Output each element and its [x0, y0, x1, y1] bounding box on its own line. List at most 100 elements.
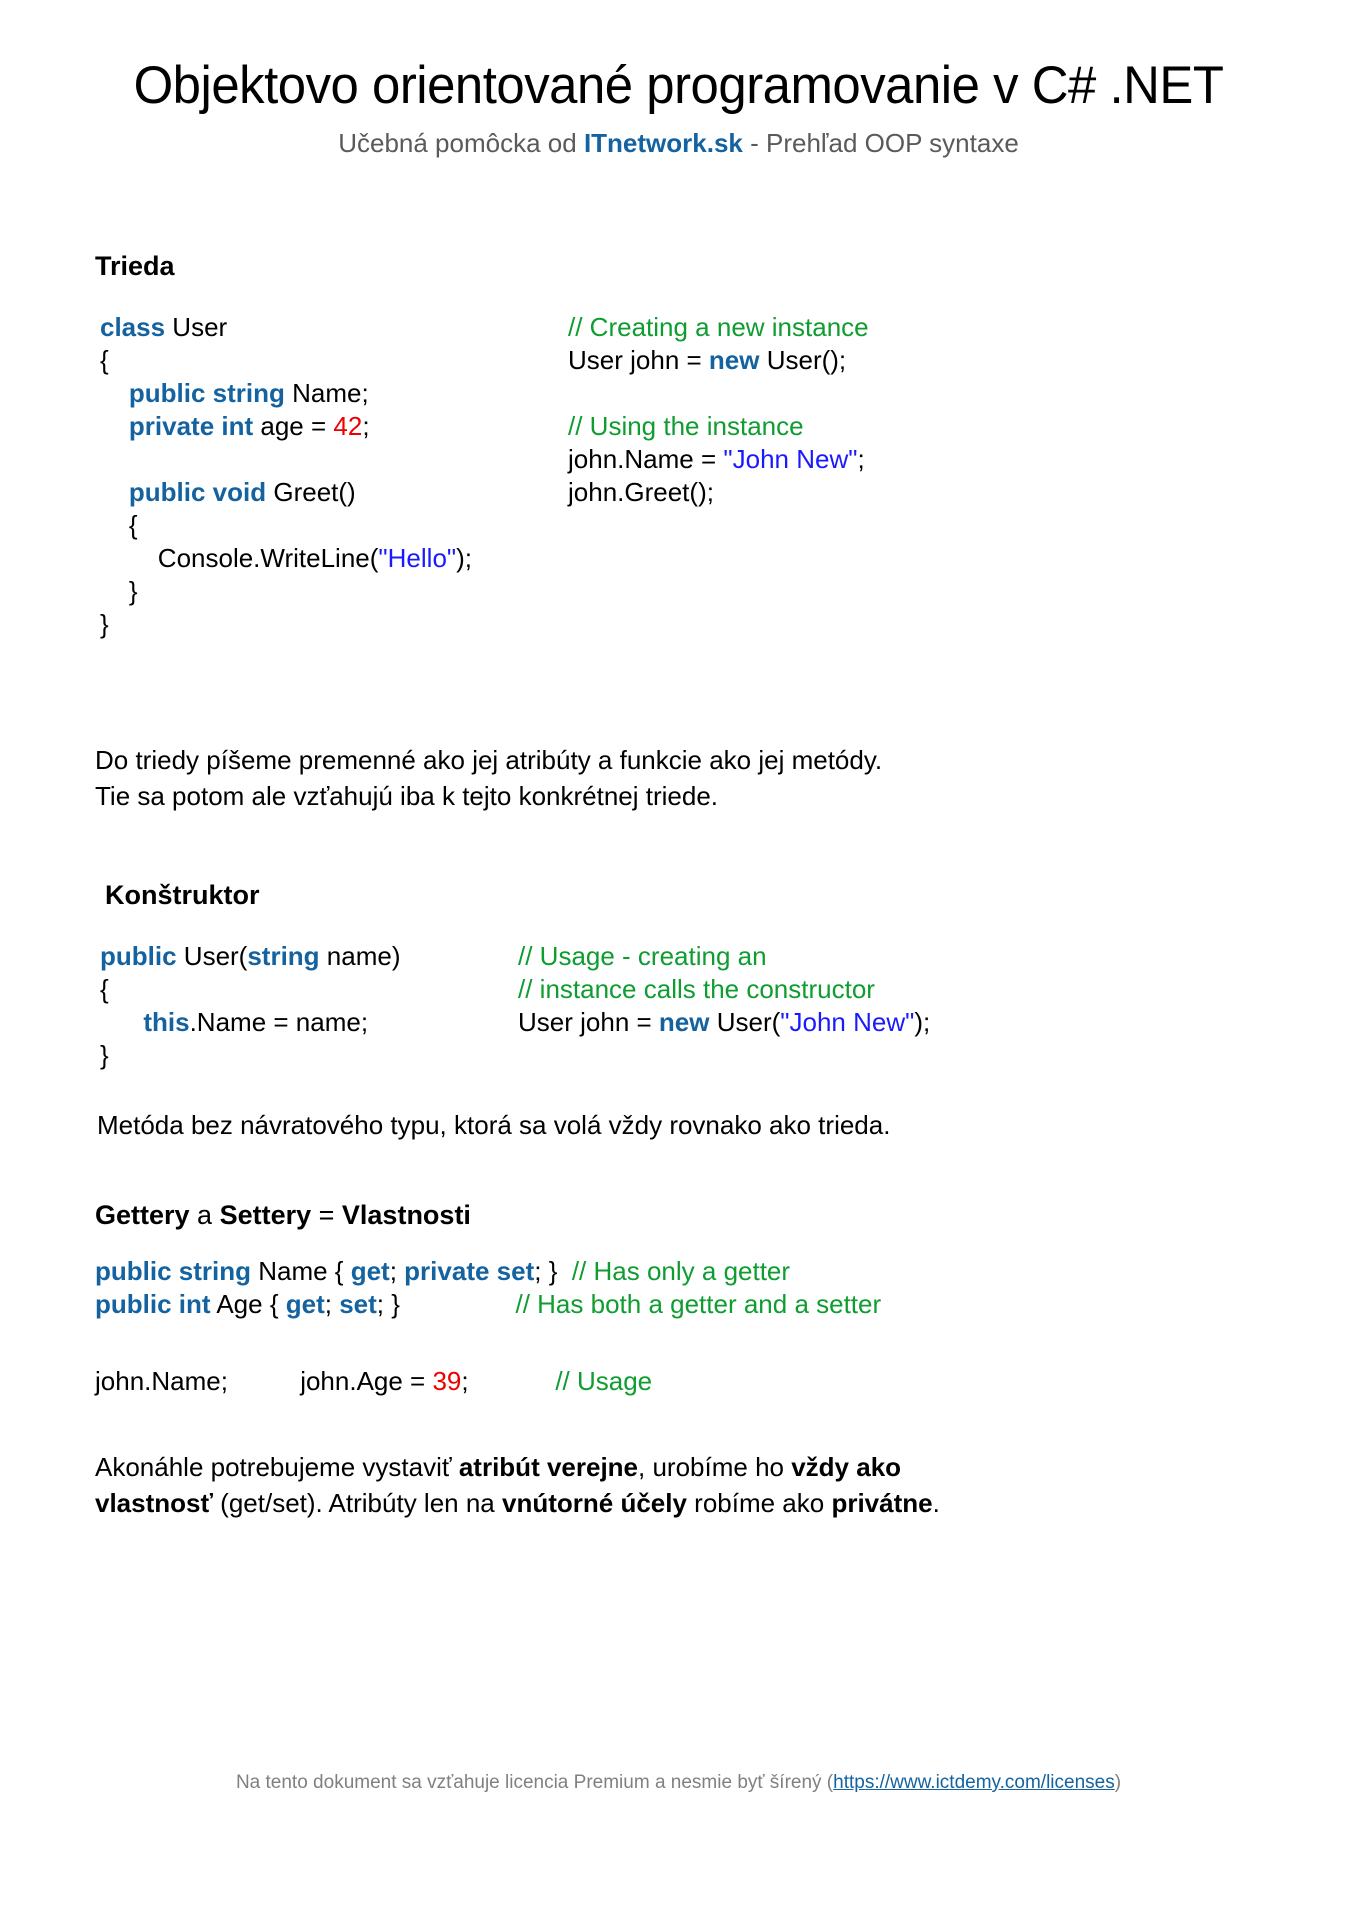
code-token: john.Name; john.Age =	[95, 1366, 433, 1396]
code-line: {	[100, 509, 472, 542]
code-token: );	[914, 1007, 931, 1038]
code-token: // Has both a getter and a setter	[515, 1289, 882, 1320]
code-token: age =	[253, 411, 334, 442]
subtitle-tail: Prehľad OOP syntaxe	[765, 127, 1019, 158]
code-line: public void Greet()	[100, 476, 472, 509]
prose-line: vlastnosť (get/set). Atribúty len na vnú…	[95, 1486, 1155, 1522]
code-line	[100, 443, 472, 476]
code-token: .Name = name;	[189, 1007, 369, 1038]
code-token: private int	[100, 411, 254, 442]
code-block-trieda: class User { public string Name; private …	[100, 311, 472, 641]
code-token: // Creating a new instance	[568, 312, 869, 342]
code-token: public string	[95, 1256, 251, 1286]
code-token: name)	[319, 941, 401, 971]
prose-text: , urobíme ho	[638, 1452, 792, 1482]
prose-line: Akonáhle potrebujeme vystaviť atribút ve…	[95, 1450, 1155, 1486]
code-token: ;	[857, 444, 865, 475]
code-token: get	[350, 1256, 390, 1286]
code-token: // Using the instance	[568, 411, 804, 442]
code-token: set	[339, 1289, 377, 1320]
code-token: john.Greet();	[568, 477, 714, 508]
code-token: // Has only a getter	[571, 1256, 791, 1286]
code-token: public void	[100, 477, 267, 508]
code-token: 39	[432, 1366, 462, 1396]
paragraph-konstruktor: Metóda bez návratového typu, ktorá sa vo…	[97, 1108, 890, 1144]
footer-license: Na tento dokument sa vzťahuje licencia P…	[0, 1772, 1357, 1794]
prose-emphasis: atribút verejne	[458, 1452, 639, 1482]
code-token: public int	[95, 1289, 211, 1320]
code-line: Console.WriteLine("Hello");	[100, 542, 472, 575]
section-heading-vlastnosti: Gettery a Settery = Vlastnosti	[95, 1200, 471, 1231]
heading-vlastnosti: Vlastnosti	[341, 1200, 471, 1230]
section-heading-trieda: Trieda	[95, 251, 175, 281]
code-token: ;	[389, 1256, 405, 1286]
code-line: john.Name = "John New";	[568, 443, 869, 476]
code-line: private int age = 42;	[100, 410, 472, 443]
code-token: string	[247, 941, 320, 971]
code-token: class	[100, 312, 166, 342]
footer-text-prefix: Na tento dokument sa vzťahuje licencia P…	[235, 1772, 834, 1793]
prose-text: Akonáhle potrebujeme vystaviť	[95, 1452, 459, 1482]
code-line: User john = new User();	[568, 344, 869, 377]
code-token: ;	[324, 1289, 340, 1320]
section-heading-konstruktor: Konštruktor	[105, 880, 260, 910]
code-line: User john = new User("John New");	[518, 1006, 930, 1039]
code-token: public string	[100, 378, 285, 409]
code-token: {	[100, 345, 109, 376]
heading-gettery: Gettery	[95, 1200, 190, 1230]
code-block-konstruktor-usage: // Usage - creating an// instance calls …	[518, 940, 930, 1039]
code-line: }	[100, 608, 472, 641]
paragraph-vlastnosti: Akonáhle potrebujeme vystaviť atribút ve…	[95, 1450, 1155, 1522]
code-token: new	[708, 345, 760, 376]
code-block-vlastnosti-usage: john.Name; john.Age = 39; // Usage	[95, 1365, 652, 1398]
page-subtitle: Učebná pomôcka od ITnetwork.sk - Prehľad…	[0, 128, 1357, 159]
code-token: User(	[709, 1007, 781, 1038]
code-token: User	[165, 312, 228, 342]
code-token: {	[100, 510, 138, 541]
code-token: ;	[362, 411, 370, 442]
document-header: Objektovo orientované programovanie v C#…	[0, 0, 1357, 159]
paragraph-trieda: Do triedy píšeme premenné ako jej atribú…	[95, 743, 882, 815]
code-line: // instance calls the constructor	[518, 973, 930, 1006]
code-token: 42	[333, 411, 363, 442]
page-title: Objektovo orientované programovanie v C#…	[133, 56, 1224, 115]
code-token: john.Name =	[568, 444, 724, 475]
code-token: }	[100, 609, 109, 640]
code-token: User john =	[568, 345, 709, 376]
code-line: }	[100, 1039, 401, 1072]
code-token: User();	[759, 345, 847, 376]
code-line: public string Name;	[100, 377, 472, 410]
code-token: "John New"	[723, 444, 858, 475]
code-line: public string Name { get; private set; }…	[95, 1255, 881, 1288]
footer-text-suffix: )	[1114, 1772, 1122, 1793]
prose-line: Metóda bez návratového typu, ktorá sa vo…	[97, 1110, 891, 1140]
brand-name: ITnetwork.sk	[583, 127, 743, 158]
code-token: );	[456, 543, 473, 574]
code-token: }	[100, 1040, 109, 1071]
code-token: ; }	[376, 1289, 516, 1320]
code-token: Age {	[210, 1289, 286, 1320]
code-token: // instance calls the constructor	[518, 974, 875, 1005]
prose-text: robíme ako	[686, 1487, 832, 1518]
heading-conj: a	[189, 1200, 220, 1230]
code-token: private set	[404, 1256, 535, 1286]
prose-emphasis: vnútorné účely	[502, 1487, 687, 1518]
code-line: // Usage - creating an	[518, 940, 930, 973]
code-token: ;	[461, 1366, 556, 1396]
code-line: {	[100, 973, 401, 1006]
code-token: // Usage - creating an	[518, 941, 767, 971]
code-block-vlastnosti: public string Name { get; private set; }…	[95, 1255, 881, 1321]
subtitle-prefix: Učebná pomôcka od	[338, 127, 584, 158]
code-token: "Hello"	[378, 543, 457, 574]
code-token: Greet()	[266, 477, 356, 508]
code-token: Console.WriteLine(	[100, 543, 379, 574]
prose-text: (get/set). Atribúty len na	[212, 1487, 502, 1518]
code-token: ; }	[534, 1256, 572, 1286]
prose-line: Do triedy píšeme premenné ako jej atribú…	[95, 745, 883, 775]
code-token: this	[143, 1007, 190, 1038]
license-link[interactable]: https://www.ictdemy.com/licenses	[833, 1772, 1115, 1793]
code-token: User john =	[518, 1007, 659, 1038]
